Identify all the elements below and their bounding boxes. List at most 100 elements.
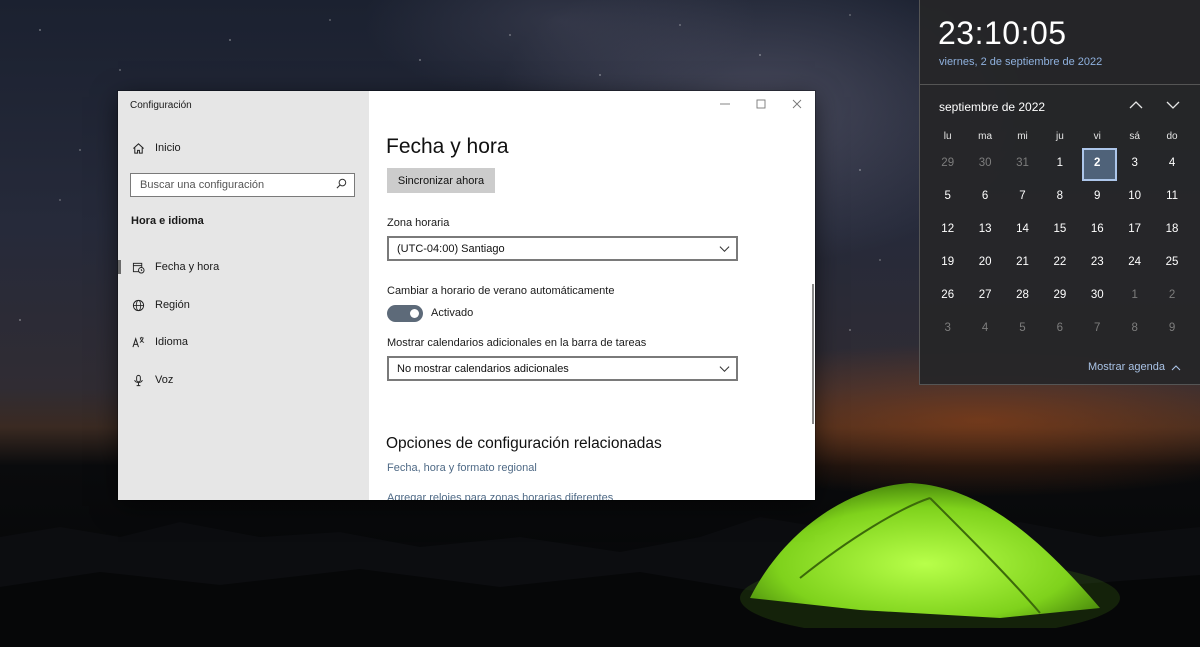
- settings-sidebar: Configuración Inicio Hora e idioma Fecha…: [118, 91, 369, 500]
- timezone-value: (UTC-04:00) Santiago: [397, 242, 505, 255]
- dst-label: Cambiar a horario de verano automáticame…: [387, 285, 615, 297]
- show-agenda-button[interactable]: Mostrar agenda: [1088, 361, 1181, 373]
- calendar-day[interactable]: 9: [1079, 179, 1116, 212]
- nav-item-region[interactable]: Región: [118, 291, 369, 319]
- settings-content: Fecha y hora Sincronizar ahora Zona hora…: [369, 91, 815, 500]
- nav-home-label: Inicio: [155, 142, 181, 154]
- home-icon: [131, 141, 145, 155]
- scrollbar[interactable]: [812, 284, 814, 424]
- calendar-day[interactable]: 24: [1116, 245, 1153, 278]
- calendar-day[interactable]: 27: [966, 278, 1003, 311]
- close-button[interactable]: [779, 91, 815, 117]
- close-icon: [792, 99, 802, 109]
- calendar-day[interactable]: 12: [929, 212, 966, 245]
- glowing-tent: [740, 483, 1120, 628]
- search-field[interactable]: [130, 173, 355, 197]
- calendar-day[interactable]: 9: [1153, 311, 1190, 344]
- timezone-label: Zona horaria: [387, 217, 450, 229]
- calendar-day[interactable]: 22: [1041, 245, 1078, 278]
- timezone-dropdown[interactable]: (UTC-04:00) Santiago: [387, 236, 738, 261]
- app-title: Configuración: [130, 100, 192, 111]
- maximize-icon: [756, 99, 766, 109]
- calendars-dropdown[interactable]: No mostrar calendarios adicionales: [387, 356, 738, 381]
- add-clocks-link[interactable]: Agregar relojes para zonas horarias dife…: [387, 492, 613, 500]
- calendar-day[interactable]: 5: [929, 179, 966, 212]
- calendar-day[interactable]: 15: [1041, 212, 1078, 245]
- calendar-day[interactable]: 4: [1153, 146, 1190, 179]
- calendar-day-today[interactable]: 2: [1079, 146, 1117, 181]
- chevron-down-icon: [1166, 101, 1180, 109]
- calendar-day[interactable]: 16: [1079, 212, 1116, 245]
- nav-item-date-time[interactable]: Fecha y hora: [118, 253, 369, 281]
- calendars-label: Mostrar calendarios adicionales en la ba…: [387, 337, 647, 349]
- nav-item-label: Fecha y hora: [155, 261, 220, 273]
- calendar-grid: lu ma mi ju vi sá do 29 30 31 1 2 3 4 5 …: [929, 126, 1191, 344]
- previous-month-button[interactable]: [1128, 98, 1144, 112]
- calendar-flyout: 23:10:05 viernes, 2 de septiembre de 202…: [919, 0, 1200, 385]
- calendar-day[interactable]: 30: [1079, 278, 1116, 311]
- calendar-day[interactable]: 25: [1153, 245, 1190, 278]
- search-icon[interactable]: [336, 176, 347, 194]
- dst-toggle[interactable]: [387, 305, 423, 322]
- calendar-day[interactable]: 1: [1116, 278, 1153, 311]
- next-month-button[interactable]: [1165, 98, 1181, 112]
- calendar-day[interactable]: 26: [929, 278, 966, 311]
- nav-item-speech[interactable]: Voz: [118, 366, 369, 394]
- calendar-day[interactable]: 6: [966, 179, 1003, 212]
- maximize-button[interactable]: [743, 91, 779, 117]
- calendar-day[interactable]: 17: [1116, 212, 1153, 245]
- page-title: Fecha y hora: [386, 135, 509, 158]
- nav-home[interactable]: Inicio: [118, 134, 369, 162]
- calendar-day[interactable]: 31: [1004, 146, 1041, 179]
- long-date-link[interactable]: viernes, 2 de septiembre de 2022: [939, 56, 1102, 68]
- calendar-day[interactable]: 18: [1153, 212, 1190, 245]
- calendar-day[interactable]: 20: [966, 245, 1003, 278]
- calendars-value: No mostrar calendarios adicionales: [397, 362, 569, 375]
- weekday-header: ju: [1055, 130, 1064, 142]
- nav-item-label: Idioma: [155, 336, 189, 348]
- language-icon: [131, 335, 145, 349]
- calendar-day[interactable]: 3: [1116, 146, 1153, 179]
- calendar-day[interactable]: 8: [1041, 179, 1078, 212]
- calendar-day[interactable]: 1: [1041, 146, 1078, 179]
- settings-window: Configuración Inicio Hora e idioma Fecha…: [118, 91, 815, 500]
- calendar-day[interactable]: 10: [1116, 179, 1153, 212]
- calendar-day[interactable]: 23: [1079, 245, 1116, 278]
- regional-format-link[interactable]: Fecha, hora y formato regional: [387, 462, 537, 474]
- search-input[interactable]: [140, 179, 330, 191]
- section-header: Hora e idioma: [131, 215, 204, 227]
- nav-item-language[interactable]: Idioma: [118, 328, 369, 356]
- calendar-day[interactable]: 4: [966, 311, 1003, 344]
- calendar-day[interactable]: 3: [929, 311, 966, 344]
- calendar-day[interactable]: 8: [1116, 311, 1153, 344]
- calendar-day[interactable]: 13: [966, 212, 1003, 245]
- dst-toggle-label: Activado: [431, 307, 474, 319]
- chevron-up-icon: [1171, 364, 1181, 370]
- sync-now-button[interactable]: Sincronizar ahora: [387, 168, 495, 193]
- minimize-button[interactable]: [707, 91, 743, 117]
- related-settings-title: Opciones de configuración relacionadas: [386, 435, 662, 452]
- calendar-day[interactable]: 29: [929, 146, 966, 179]
- calendar-day[interactable]: 28: [1004, 278, 1041, 311]
- calendar-day[interactable]: 2: [1153, 278, 1190, 311]
- show-agenda-label: Mostrar agenda: [1087, 361, 1165, 373]
- weekday-header: ma: [978, 130, 993, 142]
- calendar-day[interactable]: 6: [1041, 311, 1078, 344]
- weekday-header: mi: [1017, 130, 1028, 142]
- calendar-day[interactable]: 19: [929, 245, 966, 278]
- weekday-header: vi: [1093, 130, 1101, 142]
- calendar-day[interactable]: 11: [1153, 179, 1190, 212]
- calendar-day[interactable]: 5: [1004, 311, 1041, 344]
- calendar-day[interactable]: 30: [966, 146, 1003, 179]
- calendar-clock-icon: [131, 260, 145, 274]
- calendar-day[interactable]: 7: [1079, 311, 1116, 344]
- month-label[interactable]: septiembre de 2022: [939, 100, 1045, 114]
- calendar-day[interactable]: 14: [1004, 212, 1041, 245]
- calendar-day[interactable]: 21: [1004, 245, 1041, 278]
- microphone-icon: [131, 373, 145, 387]
- clock-time: 23:10:05: [938, 15, 1067, 51]
- weekday-header: sá: [1129, 130, 1140, 142]
- calendar-day[interactable]: 7: [1004, 179, 1041, 212]
- calendar-day[interactable]: 29: [1041, 278, 1078, 311]
- minimize-icon: [720, 103, 730, 105]
